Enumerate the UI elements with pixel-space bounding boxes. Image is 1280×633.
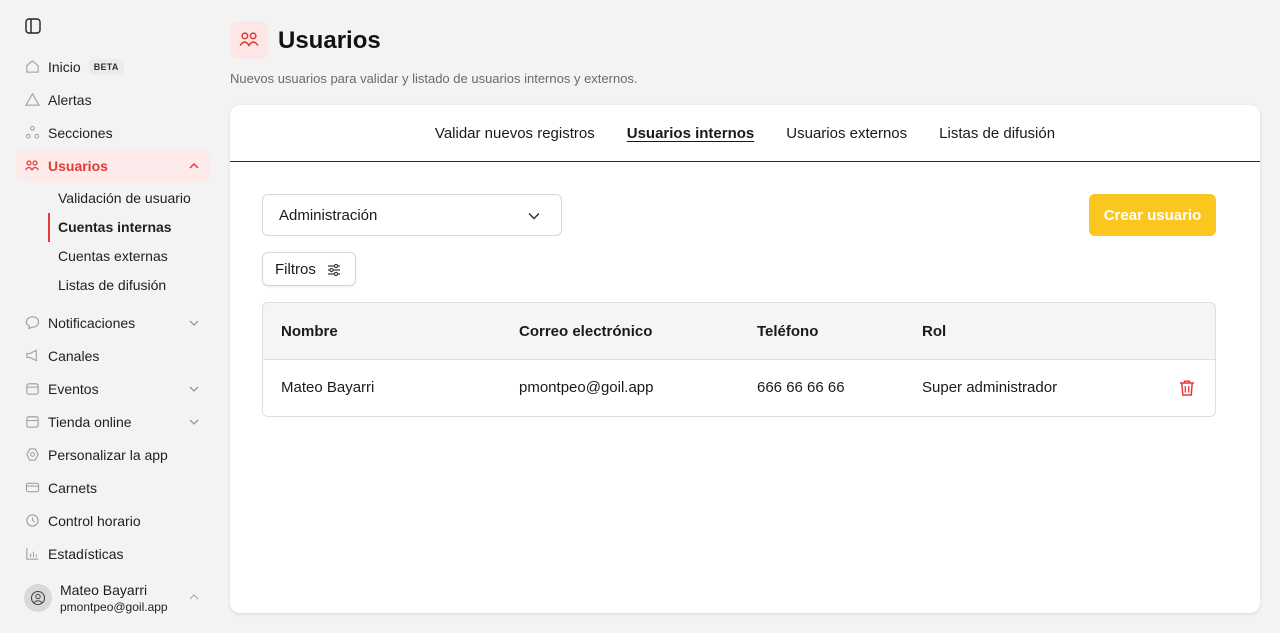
card-icon	[24, 480, 40, 496]
trash-icon[interactable]	[1177, 378, 1197, 398]
filters-label: Filtros	[275, 260, 316, 278]
page-title: Usuarios	[278, 27, 381, 54]
select-value: Administración	[279, 206, 378, 224]
chevron-down-icon	[527, 209, 541, 227]
tab-usuarios-internos[interactable]: Usuarios internos	[627, 125, 755, 142]
chat-icon	[24, 315, 40, 331]
subnav-item-listas-difusion[interactable]: Listas de difusión	[48, 271, 210, 300]
clock-icon	[24, 513, 40, 529]
sidebar-nav: Inicio BETA Alertas Secciones Usuarios V…	[16, 50, 210, 570]
filters-button[interactable]: Filtros	[262, 252, 356, 286]
home-icon	[24, 59, 40, 75]
sidebar-item-control-horario[interactable]: Control horario	[16, 504, 210, 537]
sidebar-toggle-icon[interactable]	[24, 17, 42, 35]
sidebar-item-label: Notificaciones	[48, 314, 136, 331]
chevron-down-icon	[188, 382, 200, 394]
sidebar-item-label: Tienda online	[48, 413, 132, 430]
sidebar-item-inicio[interactable]: Inicio BETA	[16, 50, 210, 83]
cell-name: Mateo Bayarri	[281, 379, 375, 396]
user-profile[interactable]: Mateo Bayarri pmontpeo@goil.app	[24, 578, 210, 618]
sidebar-item-label: Secciones	[48, 124, 113, 141]
tab-listas-difusion[interactable]: Listas de difusión	[939, 125, 1055, 142]
gear-icon	[24, 447, 40, 463]
create-user-button[interactable]: Crear usuario	[1089, 194, 1216, 236]
tab-usuarios-externos[interactable]: Usuarios externos	[786, 125, 907, 142]
chevron-up-icon	[188, 590, 200, 608]
users-subnav: Validación de usuario Cuentas internas C…	[48, 182, 210, 306]
sidebar-item-eventos[interactable]: Eventos	[16, 372, 210, 405]
chart-icon	[24, 546, 40, 562]
subnav-item-validacion[interactable]: Validación de usuario	[48, 184, 210, 213]
sidebar-item-label: Control horario	[48, 512, 141, 529]
sidebar-item-personalizar[interactable]: Personalizar la app	[16, 438, 210, 471]
sidebar-item-alertas[interactable]: Alertas	[16, 83, 210, 116]
sidebar: Inicio BETA Alertas Secciones Usuarios V…	[0, 0, 218, 633]
column-header-correo[interactable]: Correo electrónico	[519, 323, 652, 340]
user-email: pmontpeo@goil.app	[60, 600, 168, 614]
sidebar-item-label: Personalizar la app	[48, 446, 168, 463]
subnav-item-cuentas-externas[interactable]: Cuentas externas	[48, 242, 210, 271]
sidebar-item-label: Estadísticas	[48, 545, 124, 562]
sections-icon	[24, 125, 40, 141]
sidebar-item-label: Carnets	[48, 479, 98, 496]
chevron-up-icon	[188, 159, 200, 171]
chevron-down-icon	[188, 415, 200, 427]
table-header: Nombre Correo electrónico Teléfono Rol	[263, 303, 1215, 360]
sidebar-item-estadisticas[interactable]: Estadísticas	[16, 537, 210, 570]
cell-role: Super administrador	[922, 379, 1058, 396]
store-icon	[24, 414, 40, 430]
column-header-nombre[interactable]: Nombre	[281, 323, 338, 340]
cell-email: pmontpeo@goil.app	[519, 379, 654, 396]
sidebar-item-notificaciones[interactable]: Notificaciones	[16, 306, 210, 339]
sidebar-item-carnets[interactable]: Carnets	[16, 471, 210, 504]
users-table: Nombre Correo electrónico Teléfono Rol M…	[262, 302, 1216, 417]
sidebar-item-canales[interactable]: Canales	[16, 339, 210, 372]
page-subtitle: Nuevos usuarios para validar y listado d…	[230, 71, 638, 86]
avatar	[24, 584, 52, 612]
sidebar-item-usuarios[interactable]: Usuarios	[16, 149, 210, 182]
alert-icon	[24, 92, 40, 108]
column-header-rol[interactable]: Rol	[922, 323, 946, 340]
beta-badge: BETA	[88, 58, 124, 75]
calendar-icon	[24, 381, 40, 397]
subnav-item-cuentas-internas[interactable]: Cuentas internas	[48, 213, 210, 242]
users-icon	[24, 158, 40, 174]
sliders-icon	[326, 262, 342, 282]
users-icon	[230, 21, 268, 59]
tab-validar-registros[interactable]: Validar nuevos registros	[435, 125, 595, 142]
column-header-telefono[interactable]: Teléfono	[757, 323, 818, 340]
sidebar-item-tienda[interactable]: Tienda online	[16, 405, 210, 438]
user-name: Mateo Bayarri	[60, 582, 148, 598]
table-row[interactable]: Mateo Bayarri pmontpeo@goil.app 666 66 6…	[263, 360, 1215, 416]
sidebar-item-label: Canales	[48, 347, 100, 364]
chevron-down-icon	[188, 316, 200, 328]
sidebar-item-label: Inicio	[48, 58, 81, 75]
main-card: Validar nuevos registros Usuarios intern…	[230, 105, 1260, 613]
sidebar-item-label: Eventos	[48, 380, 99, 397]
sidebar-item-label: Alertas	[48, 91, 92, 108]
department-select[interactable]: Administración	[262, 194, 562, 236]
cell-phone: 666 66 66 66	[757, 379, 845, 396]
sidebar-item-secciones[interactable]: Secciones	[16, 116, 210, 149]
tab-bar: Validar nuevos registros Usuarios intern…	[230, 105, 1260, 162]
megaphone-icon	[24, 348, 40, 364]
sidebar-item-label: Usuarios	[48, 157, 108, 174]
